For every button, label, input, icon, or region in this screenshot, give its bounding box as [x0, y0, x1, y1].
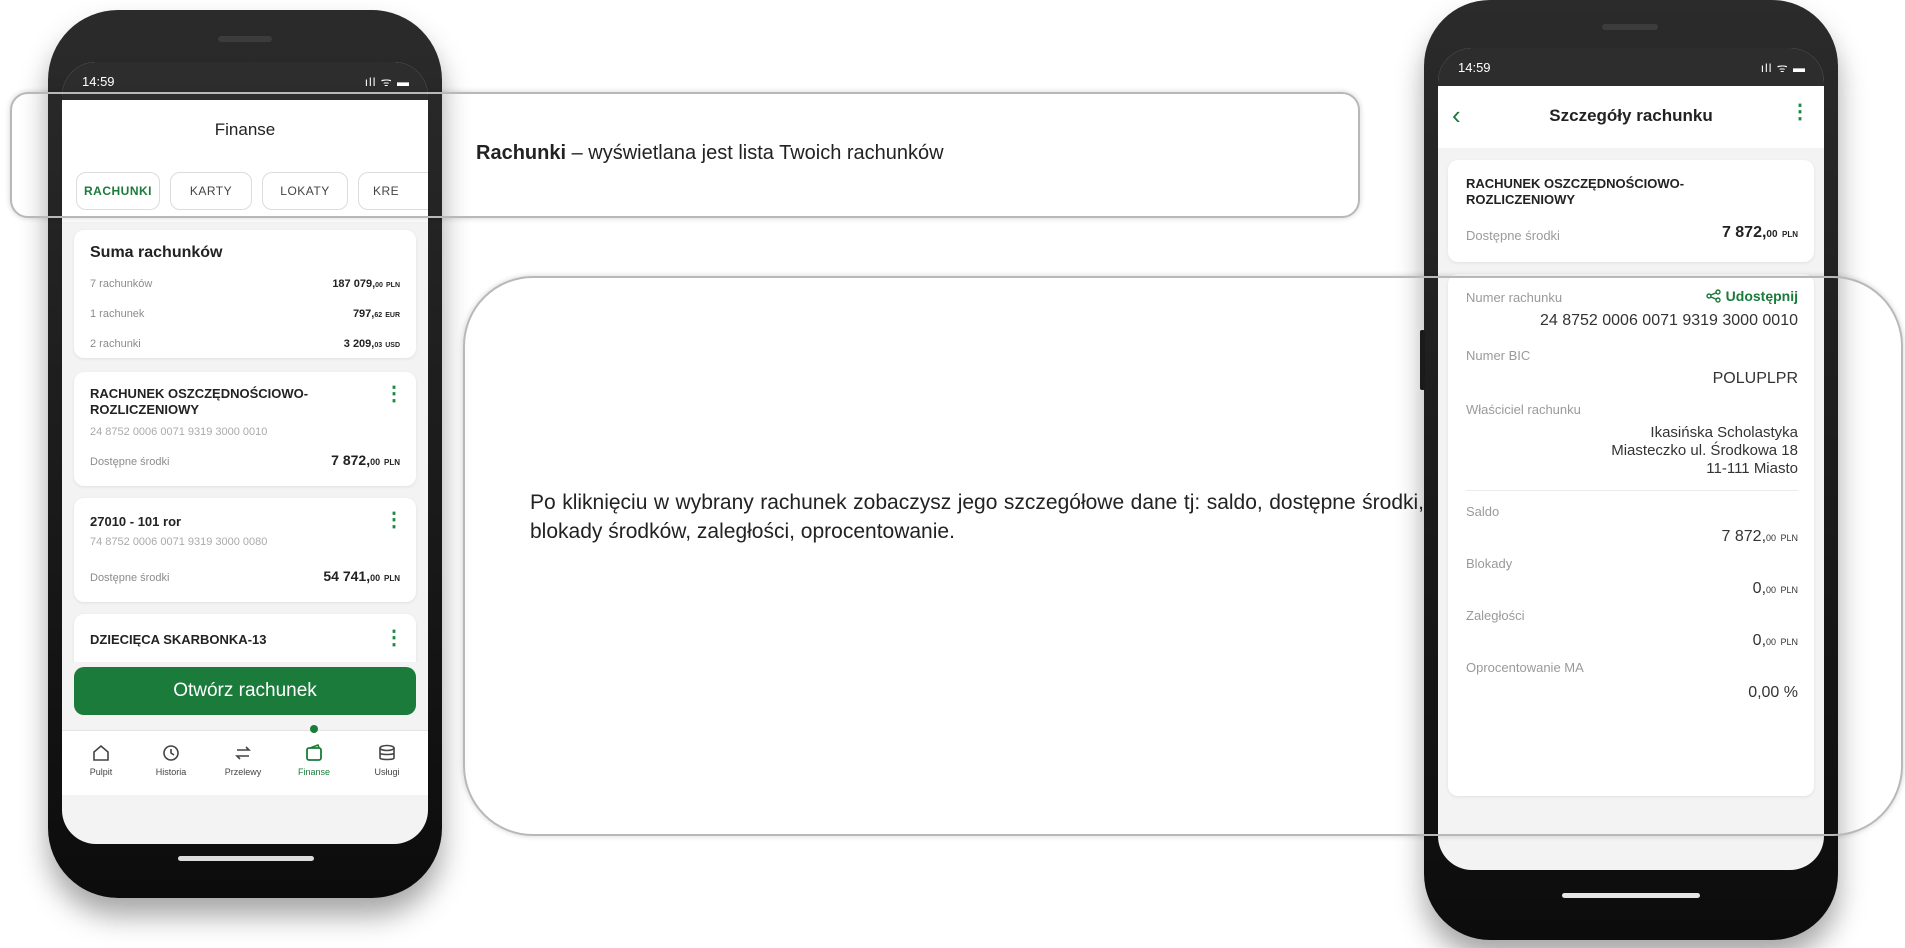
nav-uslugi[interactable]: Usługi: [358, 743, 416, 777]
account-name: RACHUNEK OSZCZĘDNOŚCIOWO-ROZLICZENIOWY: [90, 386, 309, 417]
balance-amount: 7 872,00 PLN: [1721, 224, 1798, 241]
status-icons: ıll ᯤ ▬: [1760, 61, 1806, 75]
page-title: Szczegóły rachunku: [1549, 106, 1713, 125]
account-name: 27010 - 101 ror: [90, 514, 182, 529]
summary-row: 1 rachunek 797,62 EUR: [90, 308, 400, 320]
summary-row: 7 rachunków 187 079,00 PLN: [90, 278, 400, 290]
summary-title: Suma rachunków: [90, 244, 223, 261]
status-time: 14:59: [1458, 60, 1491, 75]
status-time: 14:59: [82, 74, 115, 89]
home-indicator: [1562, 893, 1700, 898]
account-card[interactable]: RACHUNEK OSZCZĘDNOŚCIOWO-ROZLICZENIOWY ⋮…: [74, 372, 416, 486]
open-account-button[interactable]: Otwórz rachunek: [74, 667, 416, 715]
callout-details-text: Po kliknięciu w wybrany rachunek zobaczy…: [530, 491, 1424, 543]
nav-pulpit[interactable]: Pulpit: [72, 743, 130, 777]
account-name: RACHUNEK OSZCZĘDNOŚCIOWO-ROZLICZENIOWY: [1466, 176, 1685, 207]
active-indicator: [310, 725, 318, 733]
callout-tabs-text: Rachunki – wyświetlana jest lista Twoich…: [476, 142, 944, 164]
summary-card[interactable]: Suma rachunków 7 rachunków 187 079,00 PL…: [74, 230, 416, 358]
header: ‹ Szczegóły rachunku ⋮: [1438, 86, 1824, 148]
transfers-icon: [235, 746, 251, 760]
callout-details-frame: [463, 276, 1903, 836]
balance-label: Dostępne środki: [1466, 228, 1560, 243]
phone-speaker: [218, 36, 272, 42]
services-icon: [379, 744, 395, 761]
home-icon: [93, 744, 109, 761]
account-name: DZIECIĘCA SKARBONKA-13: [90, 632, 267, 647]
nav-finanse[interactable]: Finanse: [285, 743, 343, 777]
history-icon: [163, 745, 179, 761]
account-number: 24 8752 0006 0071 9319 3000 0010: [90, 426, 268, 438]
more-options-icon[interactable]: ⋮: [384, 510, 404, 530]
summary-row: 2 rachunki 3 209,03 USD: [90, 338, 400, 350]
phone-speaker: [1602, 24, 1658, 30]
nav-przelewy[interactable]: Przelewy: [214, 743, 272, 777]
status-bar: 14:59 ıll ᯤ ▬: [1438, 48, 1824, 86]
nav-historia[interactable]: Historia: [142, 743, 200, 777]
status-icons: ıll ᯤ ▬: [364, 75, 410, 89]
finance-icon: [306, 743, 322, 761]
balance-amount: 7 872,00 PLN: [331, 452, 400, 468]
home-indicator: [178, 856, 314, 861]
balance-label: Dostępne środki: [90, 572, 170, 584]
more-options-icon[interactable]: ⋮: [1790, 102, 1810, 122]
more-options-icon[interactable]: ⋮: [384, 628, 404, 648]
account-summary-card: RACHUNEK OSZCZĘDNOŚCIOWO-ROZLICZENIOWY D…: [1448, 160, 1814, 262]
balance-label: Dostępne środki: [90, 456, 170, 468]
bottom-nav: Pulpit Historia Przelewy Finanse Usługi: [62, 725, 428, 795]
account-card[interactable]: 27010 - 101 ror ⋮ 74 8752 0006 0071 9319…: [74, 498, 416, 602]
account-number: 74 8752 0006 0071 9319 3000 0080: [90, 536, 268, 548]
balance-amount: 54 741,00 PLN: [323, 568, 400, 584]
more-options-icon[interactable]: ⋮: [384, 384, 404, 404]
